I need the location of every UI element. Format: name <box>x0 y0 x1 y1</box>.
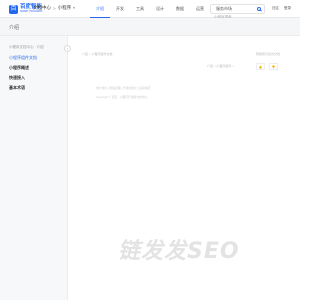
crumb-docs-center[interactable]: 文档中心 <box>33 5 51 11</box>
sidebar-item-component-docs[interactable]: 小程序组件文档 <box>9 55 37 61</box>
top-navigation-bar: 百 百度智能 SMART PROGRAM 文档中心 > 小程序 ▾ 介绍 开发 … <box>0 0 300 21</box>
footer-copyright: Copyright © 百度 · 小程序开发者文档中心 <box>96 95 148 99</box>
nav-design[interactable]: 设计 <box>150 0 170 18</box>
login-link[interactable]: 登录 <box>284 6 291 11</box>
sidebar-heading: 小程序文档中心 · 介绍 <box>9 45 44 49</box>
sidebar-item-terminology[interactable]: 基本术语 <box>9 85 25 91</box>
nav-operations[interactable]: 运营 <box>190 0 210 18</box>
logo-icon: 百 <box>9 4 18 14</box>
watermark-text: 链发发SEO <box>118 239 240 264</box>
search-icon[interactable] <box>257 7 261 11</box>
sidebar-item-overview[interactable]: 小程序概述 <box>9 65 29 71</box>
sidebar-item-quick-start[interactable]: 快速接入 <box>9 75 25 81</box>
nav-data[interactable]: 数据 <box>170 0 190 18</box>
header-breadcrumb: 文档中心 > 小程序 ▾ <box>33 5 75 11</box>
thumbs-up-button[interactable]: 👍 <box>256 63 265 70</box>
community-link[interactable]: 社区 <box>272 6 279 11</box>
section-header: 介绍 <box>0 18 300 36</box>
content-breadcrumb: 介绍 > 小程序组件文档 <box>82 52 113 56</box>
nav-intro[interactable]: 介绍 <box>90 0 110 18</box>
nav-develop[interactable]: 开发 <box>110 0 130 18</box>
section-title: 介绍 <box>9 25 20 31</box>
crumb-separator: > <box>53 5 56 11</box>
logo-subtitle: SMART PROGRAM <box>20 9 43 13</box>
footer-links[interactable]: 用户协议 | 隐私政策 | 开发者协议 | 运营规范 <box>96 86 150 90</box>
nav-tools[interactable]: 工具 <box>130 0 150 18</box>
content-page-info: 介绍 > 小程序组件 > <box>207 64 235 68</box>
thumbs-down-button[interactable]: 👎 <box>269 63 278 70</box>
search-box <box>210 4 265 21</box>
crumb-product[interactable]: 小程序 <box>58 5 72 11</box>
sidebar-collapse-icon[interactable]: ‹ <box>64 45 71 52</box>
sidebar: 小程序文档中心 · 介绍 小程序组件文档 小程序概述 快速接入 基本术语 <box>0 36 68 300</box>
header-divider <box>29 5 30 13</box>
feedback-label: 帮助我们改善文档 <box>256 52 281 56</box>
chevron-down-icon[interactable]: ▾ <box>73 6 75 10</box>
top-links: 社区 登录 <box>272 6 291 11</box>
